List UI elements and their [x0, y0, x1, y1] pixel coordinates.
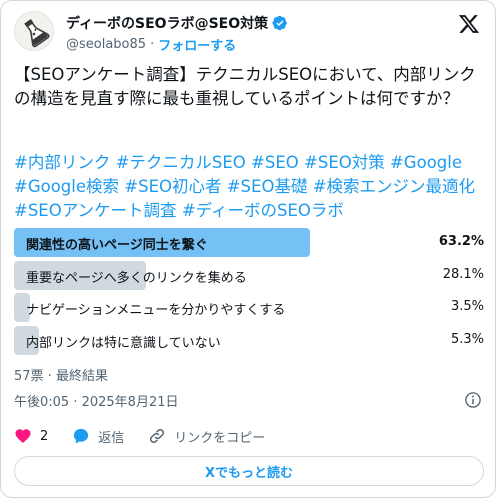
tweet-header: ディーボのSEOラボ@SEO対策 @seolabo85 · フォローする — [14, 11, 482, 59]
hashtag-list: #内部リンク #テクニカルSEO #SEO #SEO対策 #Google #Go… — [14, 151, 489, 223]
avatar[interactable] — [14, 11, 54, 51]
timestamp[interactable]: 午後0:05 · 2025年8月21日 — [14, 395, 179, 410]
like-button[interactable]: 2 — [14, 427, 48, 445]
hashtag-link[interactable]: #SEO基礎 — [227, 177, 308, 196]
poll-option-label: 関連性の高いページ同士を繋ぐ — [26, 238, 208, 253]
poll: 関連性の高いページ同士を繋ぐ 63.2% 重要なページへ多くのリンクを集める 28.1… — [14, 227, 484, 357]
timestamp-row: 午後0:05 · 2025年8月21日 — [14, 391, 484, 411]
hashtag-link[interactable]: #検索エンジン最適化 — [313, 177, 475, 196]
info-icon[interactable] — [464, 391, 482, 409]
author-handle-row: @seolabo85 · フォローする — [66, 35, 236, 54]
reply-label: 返信 — [98, 430, 125, 446]
poll-option-percent: 28.1% — [442, 266, 484, 282]
reply-button[interactable]: 返信 — [72, 427, 124, 446]
hashtag-link[interactable]: #SEO — [251, 153, 299, 172]
hashtag-link[interactable]: #テクニカルSEO — [116, 153, 246, 172]
hashtag-link[interactable]: #ディーボのSEOラボ — [182, 201, 344, 220]
reply-icon — [74, 428, 89, 444]
follow-button[interactable]: フォローする — [158, 35, 236, 54]
author-name-row: ディーボのSEOラボ@SEO対策 — [66, 13, 288, 33]
poll-option-label: 内部リンクは特に意識していない — [26, 335, 221, 351]
poll-option: 内部リンクは特に意識していない 5.3% — [14, 325, 484, 355]
poll-option-label: 重要なページへ多くのリンクを集める — [26, 270, 247, 286]
hashtag-link[interactable]: #Google — [390, 153, 462, 172]
copy-link-button[interactable]: リンクをコピー — [148, 427, 265, 446]
poll-option: 重要なページへ多くのリンクを集める 28.1% — [14, 260, 484, 290]
poll-option-percent: 3.5% — [450, 299, 484, 314]
hashtag-link[interactable]: #内部リンク — [14, 153, 110, 172]
read-more-button[interactable]: Xでもっと読む — [14, 456, 484, 486]
x-logo-icon[interactable] — [458, 13, 480, 35]
poll-option: ナビゲーションメニューを分かりやすくする 3.5% — [14, 292, 484, 322]
action-bar: 2 返信 リンクをコピー — [14, 425, 265, 447]
avatar-flask-icon — [24, 19, 50, 48]
poll-option-label: ナビゲーションメニューを分かりやすくする — [26, 303, 286, 318]
poll-summary: 57票 · 最終結果 — [14, 369, 108, 384]
poll-option: 関連性の高いページ同士を繋ぐ 63.2% — [14, 227, 484, 257]
link-icon — [150, 428, 165, 444]
like-count: 2 — [40, 428, 49, 444]
heart-icon — [15, 429, 31, 443]
hashtag-link[interactable]: #SEO対策 — [304, 153, 385, 172]
hashtag-link[interactable]: #SEO初心者 — [124, 177, 221, 196]
poll-option-percent: 63.2% — [438, 234, 484, 249]
hashtag-link[interactable]: #SEOアンケート調査 — [14, 201, 177, 220]
hashtag-link[interactable]: #Google検索 — [14, 177, 119, 196]
separator-dot: · — [150, 37, 155, 52]
author-name[interactable]: ディーボのSEOラボ@SEO対策 — [66, 13, 268, 33]
author-handle[interactable]: @seolabo85 — [66, 37, 146, 52]
tweet-text: 【SEOアンケート調査】テクニカルSEOにおいて、内部リンクの構造を見直す際に最… — [14, 65, 476, 108]
tweet-card: ディーボのSEOラボ@SEO対策 @seolabo85 · フォローする 【SE… — [0, 0, 496, 498]
verified-badge-icon — [272, 15, 287, 31]
copy-link-label: リンクをコピー — [174, 430, 266, 446]
poll-option-percent: 5.3% — [450, 331, 484, 347]
